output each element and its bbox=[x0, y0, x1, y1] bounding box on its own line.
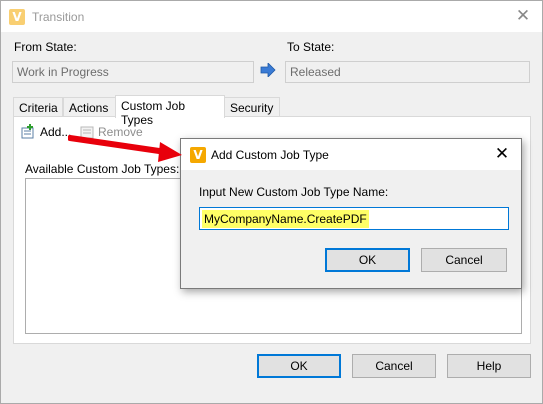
from-state-label: From State: bbox=[14, 40, 77, 54]
window-title: Transition bbox=[32, 10, 85, 24]
tab-actions[interactable]: Actions bbox=[63, 97, 116, 117]
close-icon[interactable]: ✕ bbox=[512, 5, 534, 27]
help-button[interactable]: Help bbox=[447, 354, 531, 378]
job-type-name-value: MyCompanyName.CreatePDF bbox=[202, 210, 369, 228]
vault-logo-icon: V bbox=[9, 9, 25, 25]
tab-security[interactable]: Security bbox=[224, 97, 280, 117]
dialog-title-bar: V Add Custom Job Type ✕ bbox=[181, 139, 521, 170]
to-state-label: To State: bbox=[287, 40, 335, 54]
cancel-button[interactable]: Cancel bbox=[352, 354, 436, 378]
dialog-cancel-button[interactable]: Cancel bbox=[421, 248, 507, 272]
annotation-arrow bbox=[68, 135, 182, 162]
tab-criteria[interactable]: Criteria bbox=[13, 97, 63, 117]
job-type-name-input[interactable]: MyCompanyName.CreatePDF bbox=[199, 207, 509, 230]
to-state-field: Released bbox=[285, 61, 530, 83]
add-button[interactable]: Add... bbox=[40, 125, 71, 139]
ok-button[interactable]: OK bbox=[257, 354, 341, 378]
vault-logo-icon: V bbox=[190, 147, 206, 163]
dialog-close-icon[interactable]: ✕ bbox=[491, 143, 513, 165]
dialog-title: Add Custom Job Type bbox=[211, 148, 329, 162]
dialog-prompt: Input New Custom Job Type Name: bbox=[199, 185, 389, 199]
tab-custom-job-types[interactable]: Custom Job Types bbox=[115, 95, 225, 127]
title-bar: V Transition ✕ bbox=[1, 1, 542, 32]
add-icon bbox=[21, 124, 34, 139]
add-custom-job-type-dialog: V Add Custom Job Type ✕ Input New Custom… bbox=[180, 138, 522, 289]
dialog-ok-button[interactable]: OK bbox=[325, 248, 410, 272]
from-state-field: Work in Progress bbox=[12, 61, 254, 83]
right-arrow-icon bbox=[260, 63, 276, 77]
